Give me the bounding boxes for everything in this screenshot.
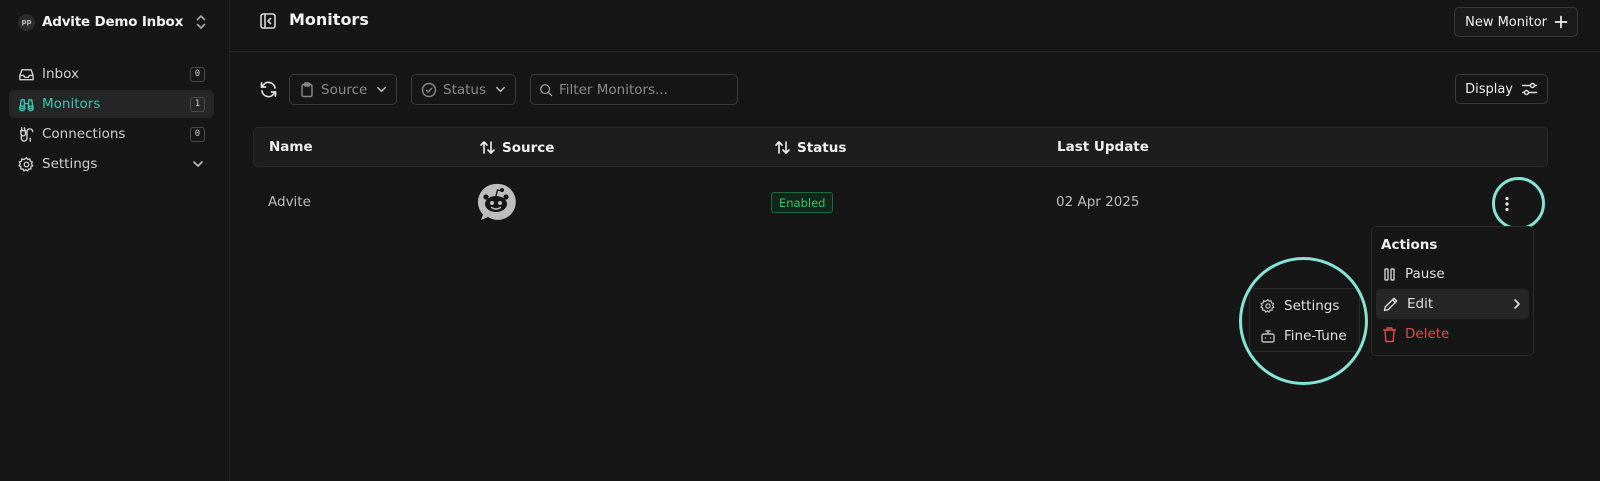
sidebar-item-label: Settings	[42, 156, 98, 172]
monitors-table: Name Source Status Last Update Advite En…	[253, 127, 1548, 239]
robot-icon	[1261, 330, 1275, 343]
sliders-icon	[1521, 82, 1538, 96]
menu-title: Actions	[1381, 237, 1438, 253]
status-filter[interactable]: Status	[411, 74, 517, 105]
column-label: Source	[502, 139, 555, 156]
gear-icon	[18, 156, 34, 172]
sidebar-item-label: Inbox	[42, 66, 79, 82]
column-label: Status	[797, 139, 847, 156]
display-label: Display	[1465, 81, 1513, 97]
workspace-switcher[interactable]: pp Advite Demo Inbox	[18, 11, 208, 33]
chevron-up-down-icon	[196, 15, 206, 29]
column-name[interactable]: Name	[269, 139, 313, 155]
inbox-icon	[19, 68, 34, 80]
count-badge: 0	[190, 66, 205, 82]
sidebar-item-label: Monitors	[42, 96, 101, 112]
column-source[interactable]: Source	[479, 139, 554, 156]
chevron-down-icon	[496, 86, 505, 93]
more-vertical-icon	[1505, 196, 1509, 212]
workspace-name: Advite Demo Inbox	[42, 14, 184, 30]
page-title: Monitors	[289, 10, 369, 29]
menu-item-label: Delete	[1405, 326, 1450, 342]
sidebar-item-label: Connections	[42, 126, 126, 142]
chevron-down-icon	[377, 86, 387, 93]
sidebar-item-connections[interactable]: Connections 0	[9, 120, 214, 148]
plus-icon	[1554, 15, 1568, 29]
trash-icon	[1382, 326, 1397, 342]
menu-item-label: Fine-Tune	[1284, 328, 1347, 344]
search-icon	[540, 83, 553, 96]
pause-menu-item[interactable]: Pause	[1376, 259, 1529, 289]
actions-menu: Actions Pause Edit Delete	[1371, 226, 1534, 356]
sort-icon	[775, 141, 790, 154]
new-monitor-button[interactable]: New Monitor	[1454, 7, 1578, 37]
settings-menu-item[interactable]: Settings	[1254, 291, 1355, 321]
display-button[interactable]: Display	[1455, 74, 1548, 104]
menu-item-label: Edit	[1407, 296, 1434, 312]
status-filter-label: Status	[443, 81, 487, 98]
edit-submenu: Settings Fine-Tune	[1249, 288, 1360, 352]
page-header: Monitors New Monitor	[230, 0, 1600, 52]
delete-menu-item[interactable]: Delete	[1376, 319, 1529, 349]
sidebar-item-inbox[interactable]: Inbox 0	[9, 60, 214, 88]
column-last-update[interactable]: Last Update	[1057, 139, 1149, 155]
cable-icon	[20, 126, 34, 142]
row-actions-button[interactable]	[1495, 192, 1519, 216]
source-filter[interactable]: Source	[289, 74, 398, 105]
monitor-search[interactable]	[530, 74, 738, 105]
table-row[interactable]: Advite Enabled 02 Apr 2025	[253, 167, 1548, 239]
pause-icon	[1384, 267, 1395, 281]
pencil-icon	[1383, 297, 1398, 311]
monitor-name: Advite	[268, 194, 311, 210]
menu-item-label: Pause	[1405, 266, 1445, 282]
sidebar-toggle-icon[interactable]	[259, 12, 277, 30]
chevron-right-icon	[1514, 299, 1520, 309]
check-circle-icon	[421, 82, 437, 97]
column-label: Name	[269, 139, 313, 155]
column-status[interactable]: Status	[774, 139, 846, 156]
menu-item-label: Settings	[1284, 298, 1340, 314]
workspace-avatar: pp	[18, 13, 35, 31]
table-header: Name Source Status Last Update	[253, 127, 1548, 167]
new-monitor-label: New Monitor	[1465, 14, 1547, 30]
sidebar-item-monitors[interactable]: Monitors 1	[9, 90, 214, 118]
refresh-icon[interactable]	[259, 80, 278, 99]
count-badge: 1	[190, 96, 205, 112]
sidebar: pp Advite Demo Inbox Inbox 0 Monitors 1 …	[0, 0, 230, 481]
chevron-down-icon	[193, 161, 203, 167]
clipboard-icon	[301, 81, 313, 97]
gear-icon	[1260, 298, 1275, 313]
column-label: Last Update	[1057, 139, 1149, 155]
source-filter-label: Source	[321, 81, 368, 98]
last-update: 02 Apr 2025	[1056, 194, 1140, 210]
sort-icon	[480, 141, 495, 154]
sidebar-nav: Inbox 0 Monitors 1 Connections 0 Setting…	[9, 60, 214, 180]
reddit-icon	[477, 183, 516, 220]
count-badge: 0	[190, 126, 205, 142]
search-input[interactable]	[559, 81, 729, 98]
status-badge: Enabled	[771, 192, 834, 213]
fine-tune-menu-item[interactable]: Fine-Tune	[1254, 321, 1355, 351]
edit-menu-item[interactable]: Edit	[1376, 289, 1529, 319]
filter-toolbar: Source Status Display	[253, 74, 1548, 105]
sidebar-item-settings[interactable]: Settings	[9, 150, 214, 178]
binoculars-icon	[19, 98, 34, 111]
